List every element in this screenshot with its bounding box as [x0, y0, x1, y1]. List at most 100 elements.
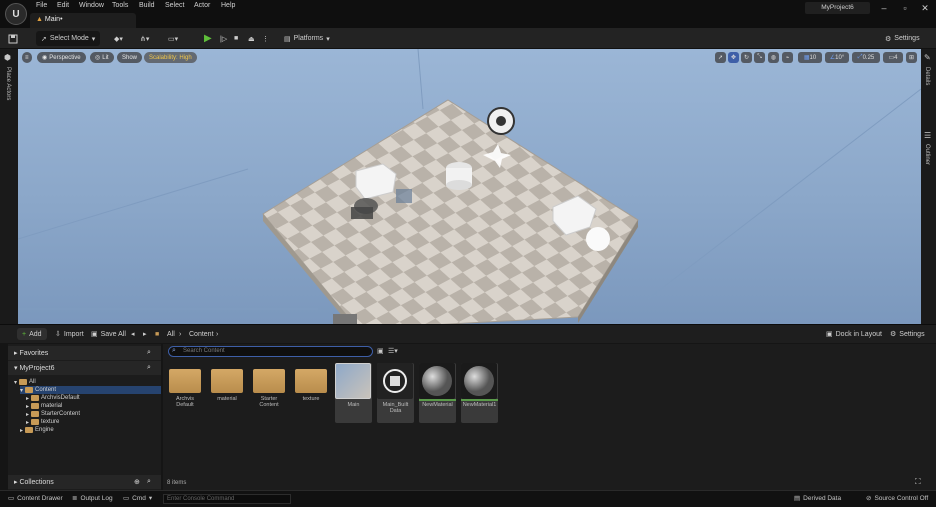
chevron-icon[interactable]: ▾	[14, 379, 17, 386]
maximize-icon[interactable]: ▫	[895, 2, 915, 14]
menu-build[interactable]: Build	[139, 2, 155, 9]
rotate-icon[interactable]: ↻	[741, 52, 752, 63]
cmd-dropdown[interactable]: ▭ Cmd ▾	[123, 494, 152, 503]
collections-header[interactable]: ▸ Collections ⊕ ⌕	[8, 475, 161, 489]
tree-item-all[interactable]: ▾ All	[14, 378, 36, 386]
tree-item-archvisdefault[interactable]: ▸ ArchvisDefault	[26, 394, 80, 402]
rotation-snap-button[interactable]: ∠ 10°	[825, 52, 849, 63]
tab-main-label: Main•	[44, 16, 63, 23]
translate-icon[interactable]: ✥	[728, 52, 739, 63]
asset-tile[interactable]: texture	[293, 363, 329, 423]
close-icon[interactable]: ✕	[915, 2, 935, 14]
stop-icon[interactable]: ■	[234, 31, 238, 46]
save-all-button[interactable]: ▣ Save All	[91, 328, 126, 340]
menu-window[interactable]: Window	[79, 2, 104, 9]
camera-speed-button[interactable]: ▭ 4	[883, 52, 903, 63]
dock-in-layout-button[interactable]: ▣ Dock in Layout	[826, 328, 882, 340]
plus-icon: +	[22, 330, 27, 338]
chevron-icon[interactable]: ▸	[26, 403, 29, 410]
tree-item-texture[interactable]: ▸ texture	[26, 418, 59, 426]
asset-tile[interactable]: Archvis Default	[167, 363, 203, 423]
view-options-icon[interactable]: ⛶	[915, 477, 921, 487]
details-tab[interactable]: Details	[924, 67, 930, 85]
project-header[interactable]: ▾ MyProject6 ⌕	[8, 361, 161, 375]
history-forward-icon[interactable]: ▸	[143, 328, 147, 340]
settings-button[interactable]: ⚙ Settings	[885, 31, 920, 46]
favorites-header[interactable]: ▸ Favorites ⌕	[8, 346, 161, 360]
level-viewport[interactable]: ≡ ◉ Perspective ◎ Lit Show Scalability: Hi…	[18, 49, 921, 324]
play-options-icon[interactable]: ⋮	[262, 31, 269, 46]
save-icon[interactable]	[8, 31, 18, 46]
blueprint-icon[interactable]: ⋔▾	[140, 31, 149, 46]
scalability-badge[interactable]: Scalability: High	[144, 52, 197, 63]
chevron-icon[interactable]: ▾	[20, 387, 23, 394]
cb-settings-button[interactable]: ⚙ Settings	[890, 328, 925, 340]
step-icon[interactable]: |▷	[220, 31, 227, 46]
asset-tile[interactable]: Starter Content	[251, 363, 287, 423]
output-log-button[interactable]: ≣ Output Log	[72, 494, 113, 503]
search-icon[interactable]: ⌕	[147, 478, 151, 486]
asset-tile[interactable]: Main_Built Data	[377, 363, 414, 423]
breadcrumb-all[interactable]: All	[167, 328, 175, 340]
output-log-label: Output Log	[80, 494, 113, 502]
search-content-input[interactable]: Search Content	[168, 346, 373, 357]
outliner-tab[interactable]: Outliner	[924, 144, 930, 165]
tree-item-material[interactable]: ▸ material	[26, 402, 62, 410]
search-icon[interactable]: ⌕	[147, 364, 151, 372]
search-icon[interactable]: ⌕	[147, 349, 151, 357]
tree-item-startercontent[interactable]: ▸ StarterContent	[26, 410, 80, 418]
add-collection-icon[interactable]: ⊕	[134, 478, 140, 486]
derived-data-button[interactable]: ▤ Derived Data	[794, 494, 841, 503]
details-icon[interactable]: ✎	[924, 53, 931, 62]
perspective-button[interactable]: ◉ Perspective	[37, 52, 86, 63]
console-command-input[interactable]: Enter Console Command	[163, 494, 291, 504]
filter-icon[interactable]: ☰▾	[388, 347, 398, 355]
outliner-icon[interactable]: ☰	[924, 131, 931, 140]
history-icon[interactable]: ▣	[377, 347, 384, 355]
asset-tile[interactable]: NewMaterial	[419, 363, 456, 423]
menu-actor[interactable]: Actor	[194, 2, 210, 9]
chevron-icon[interactable]: ▸	[26, 419, 29, 426]
chevron-icon[interactable]: ▸	[26, 395, 29, 402]
viewport-menu-icon[interactable]: ≡	[22, 52, 32, 63]
eject-icon[interactable]: ⏏	[248, 31, 255, 46]
scale-snap-button[interactable]: ⤢ 0.25	[852, 52, 880, 63]
asset-tile[interactable]: material	[209, 363, 245, 423]
chevron-icon[interactable]: ▸	[20, 427, 23, 434]
add-button[interactable]: + Add	[17, 328, 47, 340]
place-actors-label[interactable]: Place Actors	[5, 67, 11, 100]
import-button[interactable]: ⇩ Import	[55, 328, 84, 340]
grid-snap-button[interactable]: ▦ 10	[798, 52, 822, 63]
add-actor-icon[interactable]: ◆▾	[114, 31, 123, 46]
asset-tile[interactable]: Main	[335, 363, 372, 423]
tab-main[interactable]: ▲ Main•	[30, 13, 136, 28]
history-back-icon[interactable]: ◂	[131, 328, 135, 340]
menu-select[interactable]: Select	[165, 2, 184, 9]
breadcrumb-content[interactable]: Content	[189, 328, 214, 340]
platforms-button[interactable]: ▤ Platforms ▾	[284, 31, 330, 46]
surface-snap-icon[interactable]: ⌁	[782, 52, 793, 63]
place-actors-icon[interactable]: ⬢	[4, 53, 11, 62]
tree-item-content[interactable]: ▾ Content	[20, 386, 161, 394]
maximize-viewport-icon[interactable]: ⊞	[906, 52, 917, 63]
select-icon[interactable]: ➚	[715, 52, 726, 63]
cinematics-icon[interactable]: ▭▾	[168, 31, 178, 46]
unreal-logo-icon[interactable]: U	[5, 3, 27, 25]
lit-button[interactable]: ◎ Lit	[90, 52, 114, 63]
asset-tile[interactable]: NewMaterial1	[461, 363, 498, 423]
world-icon[interactable]: ◍	[768, 52, 779, 63]
chevron-icon[interactable]: ▸	[26, 411, 29, 418]
menu-edit[interactable]: Edit	[57, 2, 69, 9]
scale-icon[interactable]: ⤡	[754, 52, 765, 63]
menu-help[interactable]: Help	[221, 2, 235, 9]
minimize-icon[interactable]: –	[874, 2, 894, 14]
select-mode-button[interactable]: ➚ Select Mode ▾	[36, 31, 101, 46]
show-button[interactable]: Show	[117, 52, 143, 63]
play-icon[interactable]: ▶	[204, 31, 212, 46]
tree-item-engine[interactable]: ▸ Engine	[20, 426, 54, 434]
folder-icon[interactable]: ■	[155, 328, 159, 340]
source-control-button[interactable]: ⊘ Source Control Off	[866, 494, 928, 503]
content-drawer-button[interactable]: ▭ Content Drawer	[8, 494, 63, 503]
menu-tools[interactable]: Tools	[112, 2, 128, 9]
menu-file[interactable]: File	[36, 2, 47, 9]
